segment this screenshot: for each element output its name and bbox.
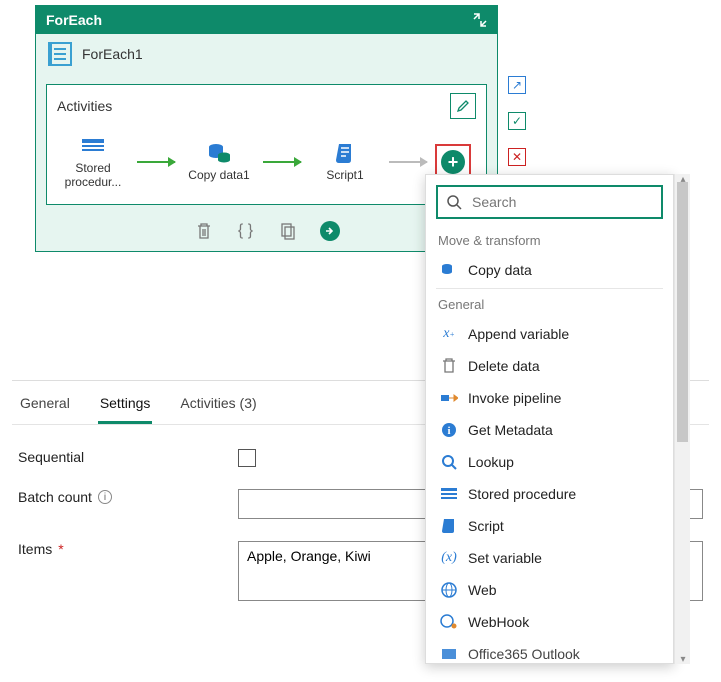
section-move-transform: Move & transform xyxy=(436,227,663,254)
stored-procedure-icon xyxy=(79,135,107,157)
error-icon[interactable]: ✕ xyxy=(508,148,526,166)
trash-icon xyxy=(440,357,458,375)
menu-append-variable[interactable]: x+ Append variable xyxy=(436,318,663,350)
menu-invoke-pipeline[interactable]: Invoke pipeline xyxy=(436,382,663,414)
menu-label: Delete data xyxy=(468,358,540,374)
foreach-icon xyxy=(48,42,72,66)
sequential-checkbox[interactable] xyxy=(238,449,256,467)
menu-delete-data[interactable]: Delete data xyxy=(436,350,663,382)
menu-get-metadata[interactable]: i Get Metadata xyxy=(436,414,663,446)
instance-row: ForEach1 xyxy=(36,34,497,74)
scroll-thumb[interactable] xyxy=(677,182,688,442)
menu-label: Invoke pipeline xyxy=(468,390,561,406)
panel-header: ForEach xyxy=(36,6,497,34)
menu-set-variable[interactable]: (x) Set variable xyxy=(436,542,663,574)
globe-icon xyxy=(440,581,458,599)
menu-label: Set variable xyxy=(468,550,542,566)
popup-scrollbar[interactable]: ▴ ▾ xyxy=(674,174,690,664)
panel-title: ForEach xyxy=(46,12,102,28)
info-icon[interactable]: i xyxy=(98,490,112,504)
lookup-icon xyxy=(440,453,458,471)
activity-row: Stored procedur... Copy data1 Script1 + xyxy=(57,129,476,190)
append-variable-icon: x+ xyxy=(440,325,458,343)
menu-label: Stored procedure xyxy=(468,486,576,502)
arrow-add xyxy=(389,161,427,163)
menu-copy-data[interactable]: Copy data xyxy=(436,254,663,286)
success-icon[interactable]: ✓ xyxy=(508,112,526,130)
activity-picker: Move & transform Copy data General x+ Ap… xyxy=(425,174,690,664)
search-input[interactable] xyxy=(470,193,655,211)
activity-label: Stored procedur... xyxy=(57,161,129,190)
copy-data-icon xyxy=(205,142,233,164)
arrow-success xyxy=(137,161,175,163)
instance-name: ForEach1 xyxy=(82,46,143,62)
menu-label: Append variable xyxy=(468,326,569,342)
tab-settings[interactable]: Settings xyxy=(98,395,153,424)
validate-icon[interactable]: ↗ xyxy=(508,76,526,94)
arrow-success xyxy=(263,161,301,163)
svg-text:i: i xyxy=(447,425,450,437)
script-icon xyxy=(331,142,359,164)
activity-label: Copy data1 xyxy=(188,168,249,182)
search-icon xyxy=(446,194,462,210)
edit-activities-button[interactable] xyxy=(450,93,476,119)
search-box[interactable] xyxy=(436,185,663,219)
menu-label: Get Metadata xyxy=(468,422,553,438)
braces-icon[interactable]: { } xyxy=(236,221,256,241)
tab-general[interactable]: General xyxy=(18,395,72,424)
copy-icon[interactable] xyxy=(278,221,298,241)
batch-count-label: Batch count i xyxy=(18,489,228,505)
section-general: General xyxy=(436,291,663,318)
sequential-label: Sequential xyxy=(18,449,228,465)
menu-webhook[interactable]: WebHook xyxy=(436,606,663,638)
activity-script[interactable]: Script1 xyxy=(309,142,381,182)
menu-label: Copy data xyxy=(468,262,532,278)
webhook-icon xyxy=(440,613,458,631)
menu-label: Web xyxy=(468,582,497,598)
collapse-icon[interactable] xyxy=(473,13,487,27)
side-icons: ↗ ✓ ✕ xyxy=(508,76,526,166)
activity-copy-data[interactable]: Copy data1 xyxy=(183,142,255,182)
info-icon: i xyxy=(440,421,458,439)
copy-data-icon xyxy=(440,261,458,279)
menu-lookup[interactable]: Lookup xyxy=(436,446,663,478)
menu-web[interactable]: Web xyxy=(436,574,663,606)
pipeline-icon xyxy=(440,389,458,407)
scroll-down-icon[interactable]: ▾ xyxy=(678,654,688,664)
stored-procedure-icon xyxy=(440,485,458,503)
menu-label: Lookup xyxy=(468,454,514,470)
menu-office365-outlook[interactable]: Office365 Outlook xyxy=(436,638,663,664)
outlook-icon xyxy=(440,645,458,663)
activities-box: Activities Stored procedur... Copy data1 xyxy=(46,84,487,205)
tab-activities[interactable]: Activities (3) xyxy=(178,395,258,424)
menu-stored-procedure[interactable]: Stored procedure xyxy=(436,478,663,510)
required-asterisk: * xyxy=(58,541,63,557)
script-icon xyxy=(440,517,458,535)
add-activity-button[interactable]: + xyxy=(441,150,465,174)
menu-label: Script xyxy=(468,518,504,534)
menu-label: WebHook xyxy=(468,614,529,630)
run-button[interactable] xyxy=(320,221,340,241)
menu-script[interactable]: Script xyxy=(436,510,663,542)
menu-label: Office365 Outlook xyxy=(468,646,580,662)
activity-stored-procedure[interactable]: Stored procedur... xyxy=(57,135,129,190)
activity-label: Script1 xyxy=(326,168,363,182)
activity-picker-body: Move & transform Copy data General x+ Ap… xyxy=(425,174,674,664)
set-variable-icon: (x) xyxy=(440,549,458,567)
items-label: Items * xyxy=(18,541,228,557)
activities-label: Activities xyxy=(57,98,112,114)
delete-icon[interactable] xyxy=(194,221,214,241)
